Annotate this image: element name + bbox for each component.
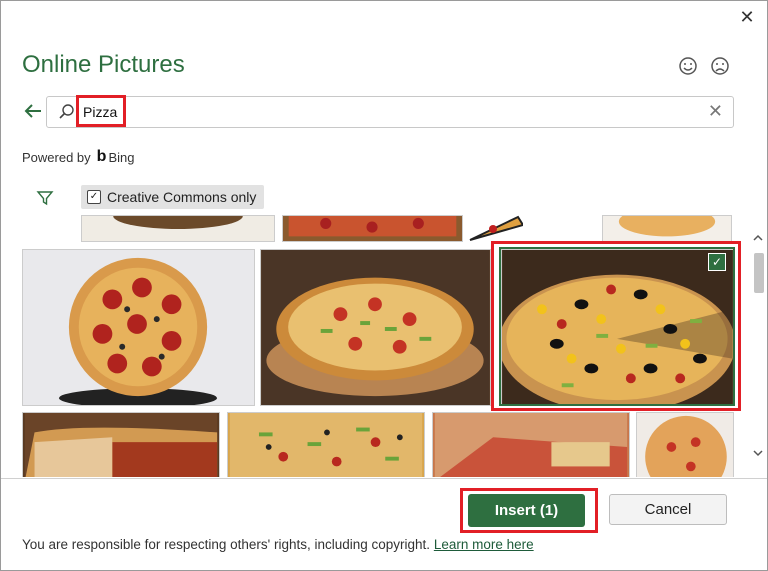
insert-highlight-annotation [460,488,598,533]
copyright-text: You are responsible for respecting other… [22,537,431,552]
scroll-down-icon[interactable] [751,447,765,463]
image-thumbnail[interactable] [227,412,425,477]
creative-commons-label: Creative Commons only [107,189,257,205]
selected-image-border [499,247,735,406]
online-pictures-dialog: ✕ Online Pictures Pizza ✕ Powered by b Bi… [0,0,768,571]
creative-commons-checkbox[interactable]: ✓ [87,190,101,204]
bing-logo-icon: b Bing [96,148,135,165]
search-box[interactable]: Pizza ✕ [46,96,734,128]
image-thumbnail[interactable] [22,249,255,406]
copyright-notice: You are responsible for respecting other… [22,537,534,552]
image-thumbnail[interactable] [636,412,734,477]
frown-icon[interactable] [709,55,731,77]
search-icon [59,104,75,120]
image-thumbnail[interactable] [260,249,491,406]
close-icon[interactable]: ✕ [737,7,757,27]
clear-search-icon[interactable]: ✕ [708,101,723,122]
powered-by: Powered by b Bing [22,148,134,166]
image-thumbnail[interactable] [81,215,275,242]
image-thumbnail[interactable] [282,215,463,242]
image-thumbnail[interactable] [22,412,220,477]
search-highlight-annotation [76,95,126,127]
scroll-up-icon[interactable] [751,232,765,248]
bing-brand: Bing [108,149,135,165]
cancel-button[interactable]: Cancel [609,494,727,525]
powered-by-label: Powered by [22,149,91,165]
dialog-title: Online Pictures [22,51,185,78]
back-arrow-icon[interactable] [23,101,45,121]
scrollbar-thumb[interactable] [754,253,764,293]
image-thumbnail[interactable] [602,215,732,242]
smile-icon[interactable] [677,55,699,77]
footer-divider [1,478,767,479]
image-thumbnail[interactable] [432,412,630,477]
creative-commons-filter[interactable]: ✓ Creative Commons only [81,185,265,209]
image-thumbnail[interactable] [468,215,523,242]
selected-checkbox-icon[interactable]: ✓ [708,253,726,271]
filter-icon[interactable] [36,189,54,207]
learn-more-link[interactable]: Learn more here [434,537,534,552]
